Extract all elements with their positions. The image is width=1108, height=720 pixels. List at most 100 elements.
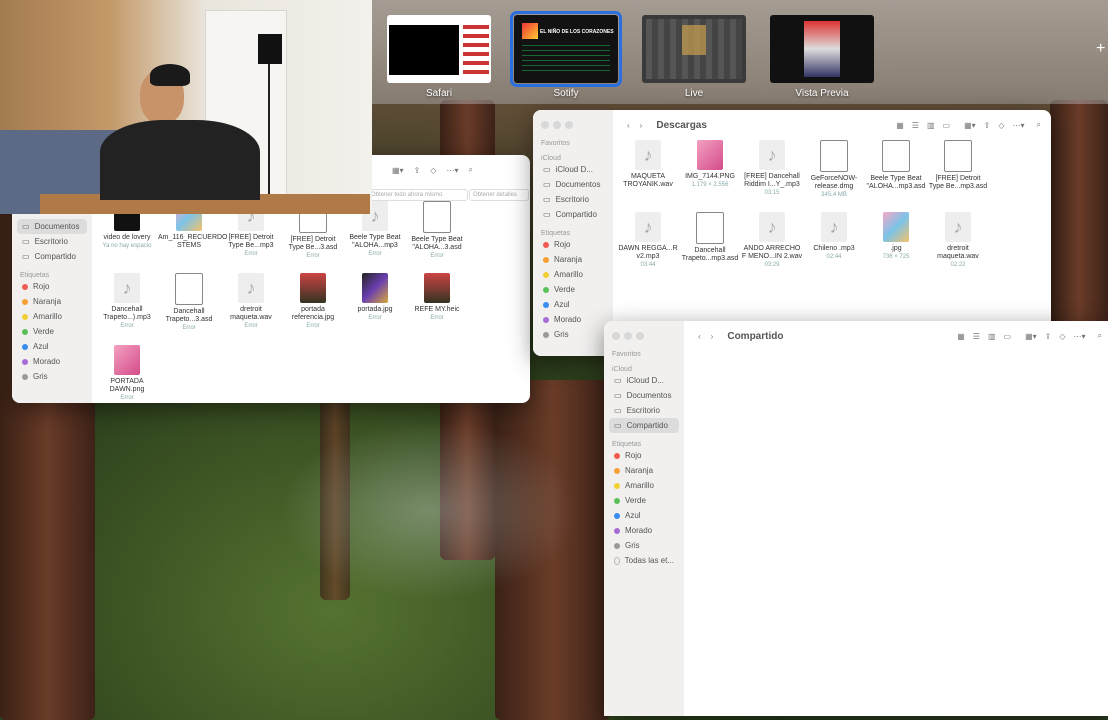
tag-dot-icon	[614, 497, 620, 504]
sidebar-tag-todas-las-et[interactable]: Todas las et...	[604, 553, 684, 568]
file-name: dretroit maqueta.wav	[230, 306, 272, 321]
file-item[interactable]: Dancehall Trapeto...3.asd Error	[158, 273, 220, 332]
minimize-button[interactable]	[624, 332, 632, 340]
search-icon[interactable]: ⌕	[1098, 331, 1102, 341]
close-button[interactable]	[612, 332, 620, 340]
forward-icon[interactable]: ›	[640, 121, 643, 130]
file-item[interactable]: Beele Type Beat "ALOHA...3.asd Error	[406, 201, 468, 260]
forward-icon[interactable]: ›	[711, 332, 714, 341]
file-name: portada.jpg	[357, 306, 393, 313]
search-icon[interactable]: ⌕	[468, 165, 472, 175]
sidebar-tag-morado[interactable]: Morado	[604, 523, 684, 538]
sidebar-tag-azul[interactable]: Azul	[533, 297, 613, 312]
sidebar-tag-naranja[interactable]: Naranja	[12, 294, 92, 309]
get-details-button[interactable]: Obtener detalles	[469, 189, 529, 201]
group-icon[interactable]: ▦▾	[964, 121, 976, 130]
file-item[interactable]: ♪ Chileno .mp3 02:44	[803, 212, 865, 261]
folder-icon: ▭	[614, 421, 622, 430]
download-all-button[interactable]: Obtener todo ahora mismo	[367, 189, 468, 201]
icon-view-icon[interactable]: ▦	[957, 332, 965, 341]
sidebar-tag-azul[interactable]: Azul	[604, 508, 684, 523]
zoom-button[interactable]	[565, 121, 573, 129]
column-view-icon[interactable]: ▥	[988, 332, 996, 341]
sidebar-tag-rojo[interactable]: Rojo	[12, 279, 92, 294]
close-button[interactable]	[541, 121, 549, 129]
file-item[interactable]: Beele Type Beat "ALOHA...mp3.asd	[865, 140, 927, 191]
tag-icon[interactable]: ◇	[998, 121, 1004, 130]
sidebar-tag-morado[interactable]: Morado	[12, 354, 92, 369]
search-icon[interactable]: ⌕	[1037, 120, 1041, 130]
back-icon[interactable]: ‹	[627, 121, 630, 130]
share-icon[interactable]: ⇪	[984, 121, 991, 130]
file-item[interactable]: REFE MY.heic Error	[406, 273, 468, 322]
sidebar-tag-verde[interactable]: Verde	[604, 493, 684, 508]
back-icon[interactable]: ‹	[698, 332, 701, 341]
app-thumb-vista-previa[interactable]	[770, 15, 874, 83]
sidebar-tag-amarillo[interactable]: Amarillo	[604, 478, 684, 493]
file-item[interactable]: .jpg 736 × 725	[865, 212, 927, 261]
gallery-view-icon[interactable]: ▭	[1004, 332, 1012, 341]
sidebar-tag-gris[interactable]: Gris	[12, 369, 92, 384]
sidebar-item-compartido[interactable]: ▭ Compartido	[533, 207, 613, 222]
icon-view-icon[interactable]: ▦	[896, 121, 904, 130]
sidebar-tag-verde[interactable]: Verde	[533, 282, 613, 297]
group-icon[interactable]: ▦▾	[1025, 332, 1037, 341]
sidebar-item-documentos[interactable]: ▭ Documentos	[604, 388, 684, 403]
sidebar-item-escritorio[interactable]: ▭ Escritorio	[12, 234, 92, 249]
sidebar-tag-verde[interactable]: Verde	[12, 324, 92, 339]
sidebar-tag-gris[interactable]: Gris	[604, 538, 684, 553]
sidebar-tag-gris[interactable]: Gris	[533, 327, 613, 342]
app-thumb-safari[interactable]	[387, 15, 491, 83]
view-options-icon[interactable]: ▦▾	[392, 166, 404, 175]
zoom-button[interactable]	[636, 332, 644, 340]
list-view-icon[interactable]: ☰	[973, 332, 980, 341]
sidebar-tag-naranja[interactable]: Naranja	[604, 463, 684, 478]
tag-label: Gris	[554, 330, 569, 339]
file-item[interactable]: ♪ [FREE] Dancehall Riddim I...Y_.mp3 03:15	[741, 140, 803, 197]
sidebar-tag-amarillo[interactable]: Amarillo	[12, 309, 92, 324]
sidebar-tag-amarillo[interactable]: Amarillo	[533, 267, 613, 282]
sidebar-item-documentos[interactable]: ▭ Documentos	[17, 219, 87, 234]
sidebar-tag-rojo[interactable]: Rojo	[533, 237, 613, 252]
file-item[interactable]: [FREE] Detroit Type Be...mp3.asd	[927, 140, 989, 191]
file-item[interactable]: ♪ Dancehall Trapeto...).mp3 Error	[96, 273, 158, 330]
file-item[interactable]: IMG_7144.PNG 1.179 × 2.556	[679, 140, 741, 189]
add-desktop-icon[interactable]: +	[1096, 40, 1105, 58]
sidebar-tag-naranja[interactable]: Naranja	[533, 252, 613, 267]
window-title: Compartido	[727, 330, 784, 342]
gallery-view-icon[interactable]: ▭	[943, 121, 951, 130]
file-item[interactable]: Dancehall Trapeto...mp3.asd	[679, 212, 741, 263]
file-item[interactable]: ♪ MAQUETA TROYANIK.wav	[617, 140, 679, 189]
app-thumb-live[interactable]	[642, 15, 746, 83]
file-item[interactable]: PORTADA DAWN.png Error	[96, 345, 158, 402]
sidebar-item-escritorio[interactable]: ▭ Escritorio	[533, 192, 613, 207]
more-icon[interactable]: ⋯▾	[1074, 332, 1086, 341]
sidebar-item-escritorio[interactable]: ▭ Escritorio	[604, 403, 684, 418]
more-icon[interactable]: ⋯▾	[1013, 121, 1025, 130]
sidebar-item-icloud-d[interactable]: ▭ iCloud D...	[604, 373, 684, 388]
sidebar-item-icloud-d[interactable]: ▭ iCloud D...	[533, 162, 613, 177]
file-item[interactable]: ♪ dretroit maqueta.wav 02:22	[927, 212, 989, 269]
minimize-button[interactable]	[553, 121, 561, 129]
file-item[interactable]: GeForceNOW-release.dmg 345,4 MB	[803, 140, 865, 199]
tag-icon[interactable]: ◇	[1059, 332, 1065, 341]
tag-icon[interactable]: ◇	[430, 166, 436, 175]
column-view-icon[interactable]: ▥	[927, 121, 935, 130]
file-item[interactable]: ♪ dretroit maqueta.wav Error	[220, 273, 282, 330]
sidebar-item-compartido[interactable]: ▭ Compartido	[12, 249, 92, 264]
sidebar-tag-morado[interactable]: Morado	[533, 312, 613, 327]
file-item[interactable]: portada.jpg Error	[344, 273, 406, 322]
share-icon[interactable]: ⇪	[414, 166, 421, 175]
sidebar-tag-azul[interactable]: Azul	[12, 339, 92, 354]
list-view-icon[interactable]: ☰	[912, 121, 919, 130]
app-thumb-spotify[interactable]: EL NIÑO DE LOS CORAZONES	[510, 11, 622, 87]
file-item[interactable]: ♪ DAWN REGGA...R v2.mp3 03:44	[617, 212, 679, 269]
sidebar-tag-rojo[interactable]: Rojo	[604, 448, 684, 463]
file-name: video de lovery	[103, 234, 151, 241]
share-icon[interactable]: ⇪	[1045, 332, 1052, 341]
sidebar-item-compartido[interactable]: ▭ Compartido	[609, 418, 679, 433]
more-icon[interactable]: ⋯▾	[446, 166, 458, 175]
sidebar-item-documentos[interactable]: ▭ Documentos	[533, 177, 613, 192]
file-item[interactable]: ♪ ANDO ARRECHO F MENO...IN 2.wav 03:29	[741, 212, 803, 269]
file-item[interactable]: portada referencia.jpg Error	[282, 273, 344, 330]
